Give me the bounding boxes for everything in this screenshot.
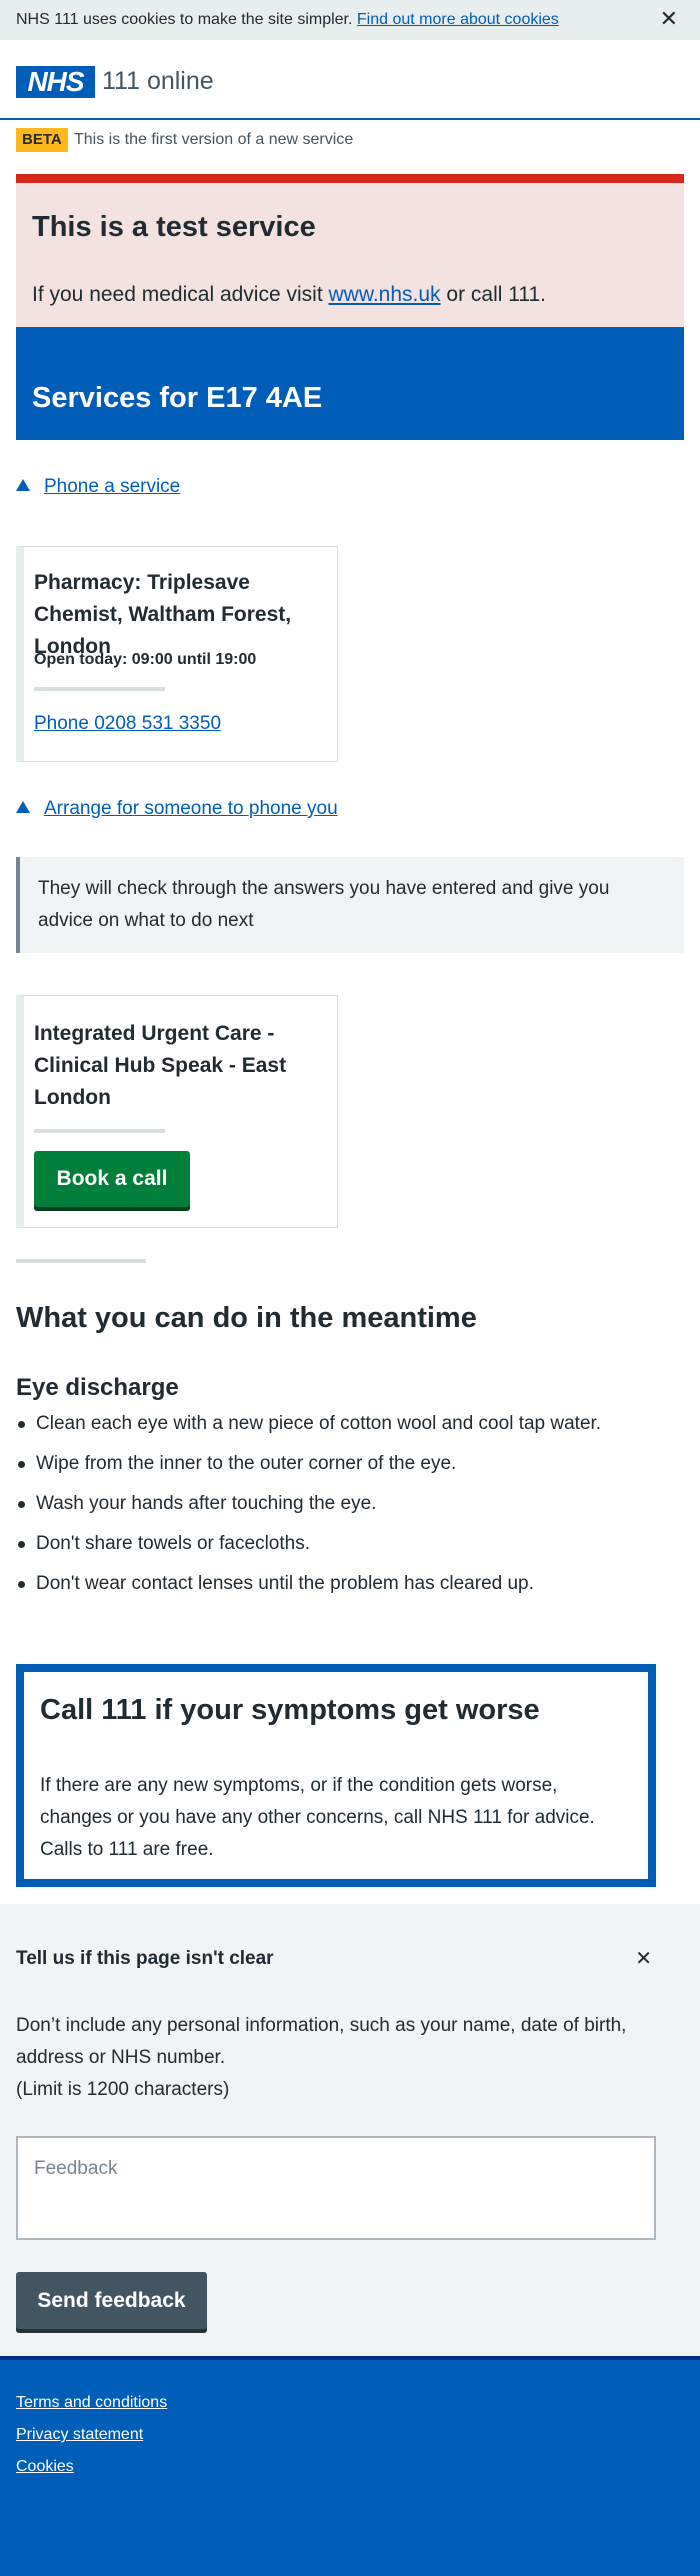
- test-service-text: If you need medical advice visit www.nhs…: [32, 281, 546, 309]
- cookies-link[interactable]: Cookies: [16, 2456, 74, 2478]
- triangle-up-icon: [16, 479, 30, 491]
- cookie-info-link[interactable]: Find out more about cookies: [357, 11, 559, 28]
- feedback-hint: Don’t include any personal information, …: [16, 2010, 656, 2106]
- feedback-hint-text: Don’t include any personal information, …: [16, 2015, 627, 2068]
- privacy-link[interactable]: Privacy statement: [16, 2424, 143, 2446]
- feedback-input[interactable]: [16, 2136, 656, 2240]
- list-item: Don't wear contact lenses until the prob…: [16, 1568, 646, 1600]
- test-text-before: If you need medical advice visit: [32, 283, 323, 306]
- test-service-title: This is a test service: [32, 211, 316, 243]
- cookie-message: NHS 111 uses cookies to make the site si…: [16, 9, 559, 31]
- send-feedback-button[interactable]: Send feedback: [16, 2272, 207, 2329]
- section-divider: [16, 1259, 146, 1263]
- pharmacy-phone-link[interactable]: Phone 0208 531 3350: [34, 711, 221, 737]
- site-footer: Terms and conditions Privacy statement C…: [0, 2356, 700, 2576]
- eye-discharge-heading: Eye discharge: [16, 1374, 179, 1401]
- book-call-button[interactable]: Book a call: [34, 1151, 190, 1207]
- meantime-heading: What you can do in the meantime: [16, 1302, 477, 1334]
- beta-tag: BETA: [16, 128, 68, 152]
- service-name[interactable]: 111 online: [102, 66, 214, 96]
- card-divider: [34, 687, 165, 691]
- beta-text: This is the first version of a new servi…: [74, 131, 354, 148]
- feedback-section: Tell us if this page isn't clear ✕ Don’t…: [0, 1904, 700, 2356]
- feedback-title: Tell us if this page isn't clear: [16, 1948, 274, 1969]
- triangle-up-icon: [16, 801, 30, 813]
- cookie-banner: NHS 111 uses cookies to make the site si…: [0, 0, 700, 40]
- terms-link[interactable]: Terms and conditions: [16, 2392, 167, 2414]
- care-card-text: If there are any new symptoms, or if the…: [40, 1775, 595, 1860]
- card-divider: [34, 1129, 165, 1133]
- callback-label: Arrange for someone to phone you: [44, 798, 338, 819]
- list-item: Clean each eye with a new piece of cotto…: [16, 1408, 646, 1440]
- phone-service-toggle[interactable]: Phone a service: [16, 474, 180, 500]
- clinical-hub-name: Integrated Urgent Care - Clinical Hub Sp…: [34, 1022, 287, 1109]
- nhs-logo[interactable]: NHS: [16, 66, 95, 98]
- beta-banner: BETA This is the first version of a new …: [0, 122, 700, 160]
- phone-service-label: Phone a service: [44, 476, 181, 497]
- page-title: Services for E17 4AE: [32, 382, 323, 414]
- clinical-hub-card: Integrated Urgent Care - Clinical Hub Sp…: [16, 995, 338, 1228]
- services-banner: Services for E17 4AE: [16, 327, 684, 440]
- callback-toggle[interactable]: Arrange for someone to phone you: [16, 796, 338, 822]
- feedback-limit: (Limit is 1200 characters): [16, 2079, 230, 2100]
- advice-list: Clean each eye with a new piece of cotto…: [16, 1408, 646, 1608]
- nhs-website-link[interactable]: www.nhs.uk: [329, 283, 441, 306]
- opening-times: Open today: 09:00 until 19:00: [34, 651, 257, 668]
- close-icon[interactable]: ✕: [660, 6, 678, 32]
- care-card-title: Call 111 if your symptoms get worse: [40, 1694, 540, 1726]
- site-header: NHS 111 online: [0, 40, 700, 120]
- test-text-after: or call 111.: [446, 283, 546, 306]
- list-item: Don't share towels or facecloths.: [16, 1528, 646, 1560]
- callback-info-text: They will check through the answers you …: [38, 878, 610, 931]
- urgent-care-card: Call 111 if your symptoms get worse If t…: [16, 1664, 656, 1887]
- close-icon[interactable]: ✕: [635, 1946, 652, 1972]
- callback-info-inset: They will check through the answers you …: [16, 857, 684, 953]
- list-item: Wipe from the inner to the outer corner …: [16, 1448, 646, 1480]
- list-item: Wash your hands after touching the eye.: [16, 1488, 646, 1520]
- test-service-notice: This is a test service If you need medic…: [16, 174, 684, 327]
- cookie-text: NHS 111 uses cookies to make the site si…: [16, 11, 353, 28]
- pharmacy-card: Pharmacy: Triplesave Chemist, Waltham Fo…: [16, 546, 338, 762]
